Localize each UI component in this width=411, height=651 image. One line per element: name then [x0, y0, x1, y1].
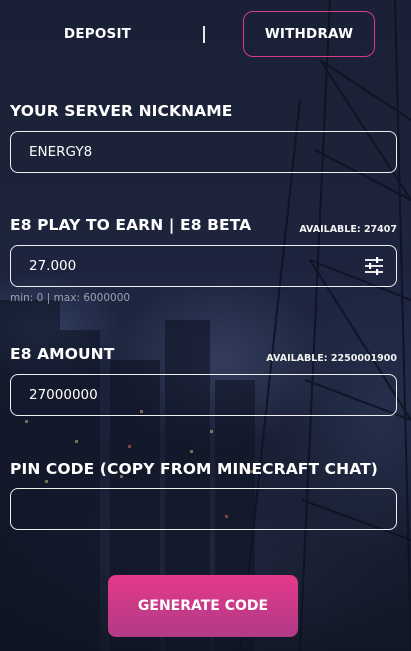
tab-deposit[interactable]: DEPOSIT — [20, 11, 175, 57]
nickname-label: YOUR SERVER NICKNAME — [10, 102, 233, 120]
token-amount-input[interactable]: 27.000 — [10, 245, 397, 287]
background-cityscape — [0, 0, 411, 651]
generate-code-button[interactable]: GENERATE CODE — [108, 575, 298, 637]
token-limits-hint: min: 0 | max: 6000000 — [10, 292, 131, 304]
tab-divider — [203, 26, 205, 43]
token-select-label: E8 PLAY TO EARN | E8 BETA — [10, 216, 252, 234]
amount-label: E8 AMOUNT — [10, 345, 115, 363]
pin-code-label: PIN CODE (COPY FROM MINECRAFT CHAT) — [10, 460, 378, 478]
withdraw-deposit-tabs: DEPOSIT WITHDRAW — [0, 0, 411, 70]
nickname-input[interactable]: ENERGY8 — [10, 131, 397, 173]
token-amount-value: 27.000 — [29, 258, 77, 274]
token-available: AVAILABLE: 27407 — [299, 224, 397, 235]
tab-withdraw[interactable]: WITHDRAW — [243, 11, 375, 57]
amount-input[interactable]: 27000000 — [10, 374, 397, 416]
amount-available: AVAILABLE: 2250001900 — [266, 353, 397, 364]
sliders-icon[interactable] — [364, 256, 384, 276]
pin-code-input[interactable] — [10, 488, 397, 530]
